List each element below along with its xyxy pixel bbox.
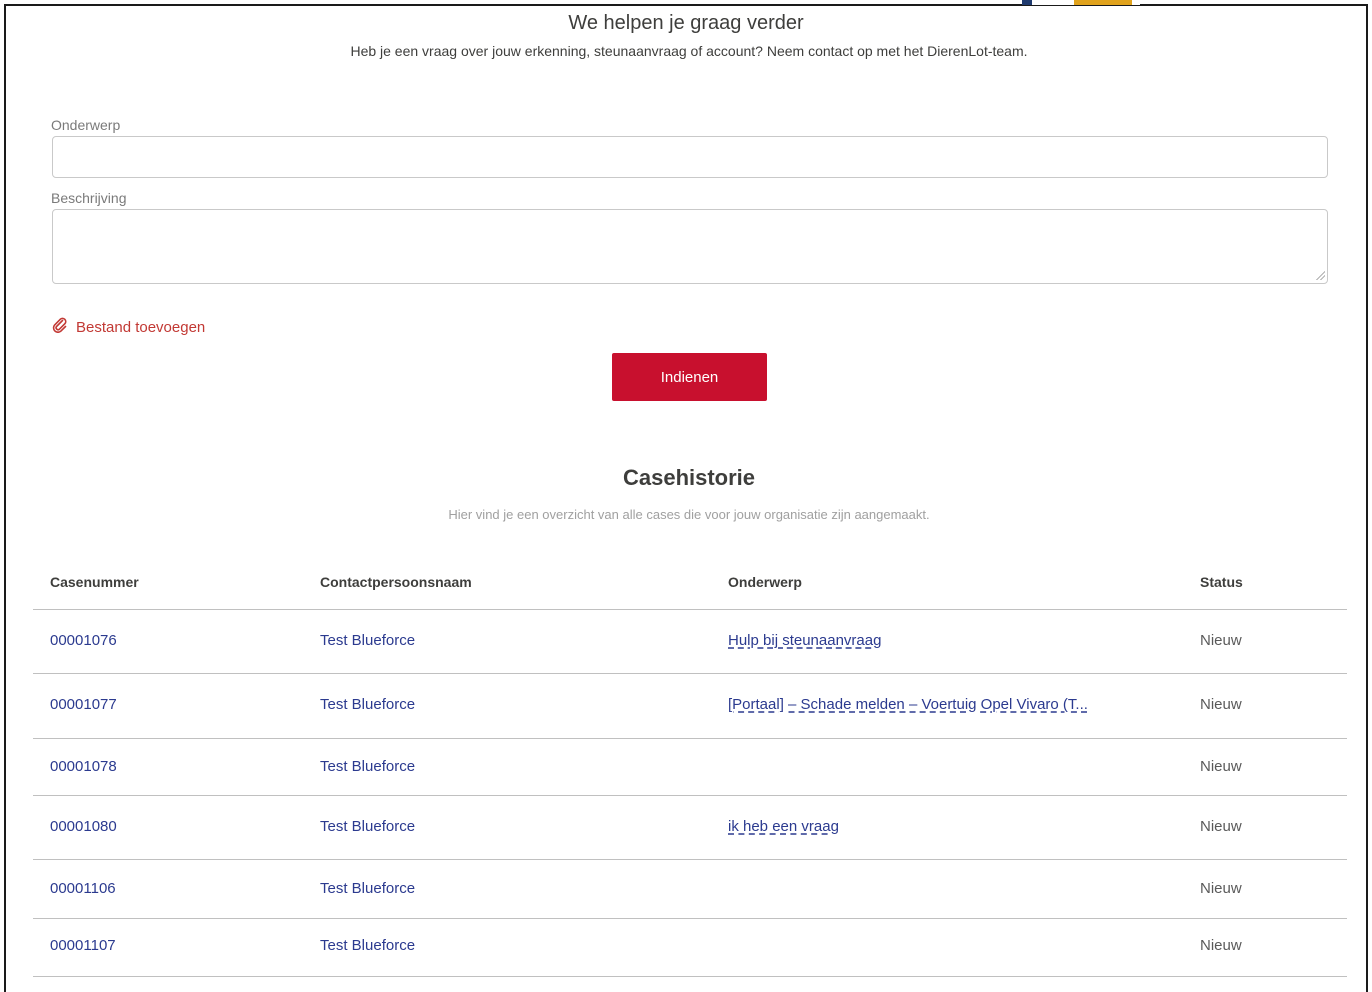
- subject-input[interactable]: [52, 136, 1328, 178]
- column-header-casenummer[interactable]: Casenummer: [50, 574, 139, 590]
- column-header-contact[interactable]: Contactpersoonsnaam: [320, 574, 472, 590]
- table-header: Casenummer Contactpersoonsnaam Onderwerp…: [33, 556, 1347, 610]
- page-subtitle: Heb je een vraag over jouw erkenning, st…: [350, 43, 1028, 59]
- case-status: Nieuw: [1200, 937, 1242, 954]
- case-status: Nieuw: [1200, 632, 1242, 649]
- column-header-onderwerp[interactable]: Onderwerp: [728, 574, 802, 590]
- case-subject-link[interactable]: Hulp bij steunaanvraag: [728, 632, 881, 649]
- attach-file-link[interactable]: Bestand toevoegen: [52, 317, 205, 337]
- case-subject-link[interactable]: [Portaal] – Schade melden – Voertuig Ope…: [728, 696, 1088, 713]
- case-history-title: Casehistorie: [622, 465, 756, 490]
- description-textarea[interactable]: [52, 209, 1328, 284]
- subject-label: Onderwerp: [51, 117, 121, 133]
- case-subject-link[interactable]: ik heb een vraag: [728, 818, 839, 835]
- case-status: Nieuw: [1200, 758, 1242, 775]
- page-title: We helpen je graag verder: [568, 12, 804, 34]
- submit-button[interactable]: Indienen: [612, 353, 767, 401]
- table-row: 00001076 Test Blueforce Hulp bij steunaa…: [33, 610, 1347, 674]
- table-row: 00001107 Test Blueforce Nieuw: [33, 919, 1347, 977]
- case-status: Nieuw: [1200, 818, 1242, 835]
- contact-name-link[interactable]: Test Blueforce: [320, 937, 415, 954]
- table-row: 00001077 Test Blueforce [Portaal] – Scha…: [33, 674, 1347, 739]
- contact-name-link[interactable]: Test Blueforce: [320, 880, 415, 897]
- table-row: 00001106 Test Blueforce Nieuw: [33, 860, 1347, 919]
- column-header-status[interactable]: Status: [1200, 574, 1243, 590]
- description-label: Beschrijving: [51, 190, 127, 206]
- case-number-link[interactable]: 00001080: [50, 818, 117, 835]
- corner-logo-fragment: [1022, 0, 1140, 5]
- attach-file-label: Bestand toevoegen: [76, 318, 206, 336]
- case-number-link[interactable]: 00001076: [50, 632, 117, 649]
- table-row: 00001078 Test Blueforce Nieuw: [33, 739, 1347, 796]
- paperclip-icon: [52, 317, 68, 337]
- contact-name-link[interactable]: Test Blueforce: [320, 632, 415, 649]
- case-number-link[interactable]: 00001078: [50, 758, 117, 775]
- case-number-link[interactable]: 00001077: [50, 696, 117, 713]
- case-status: Nieuw: [1200, 696, 1242, 713]
- table-row: 00001080 Test Blueforce ik heb een vraag…: [33, 796, 1347, 860]
- resize-grip-icon[interactable]: [1315, 270, 1325, 280]
- case-number-link[interactable]: 00001106: [50, 880, 116, 897]
- case-table: Casenummer Contactpersoonsnaam Onderwerp…: [33, 556, 1347, 977]
- case-status: Nieuw: [1200, 880, 1242, 897]
- case-number-link[interactable]: 00001107: [50, 937, 116, 954]
- contact-name-link[interactable]: Test Blueforce: [320, 758, 415, 775]
- case-history-subtitle: Hier vind je een overzicht van alle case…: [448, 507, 930, 522]
- contact-name-link[interactable]: Test Blueforce: [320, 696, 415, 713]
- contact-name-link[interactable]: Test Blueforce: [320, 818, 415, 835]
